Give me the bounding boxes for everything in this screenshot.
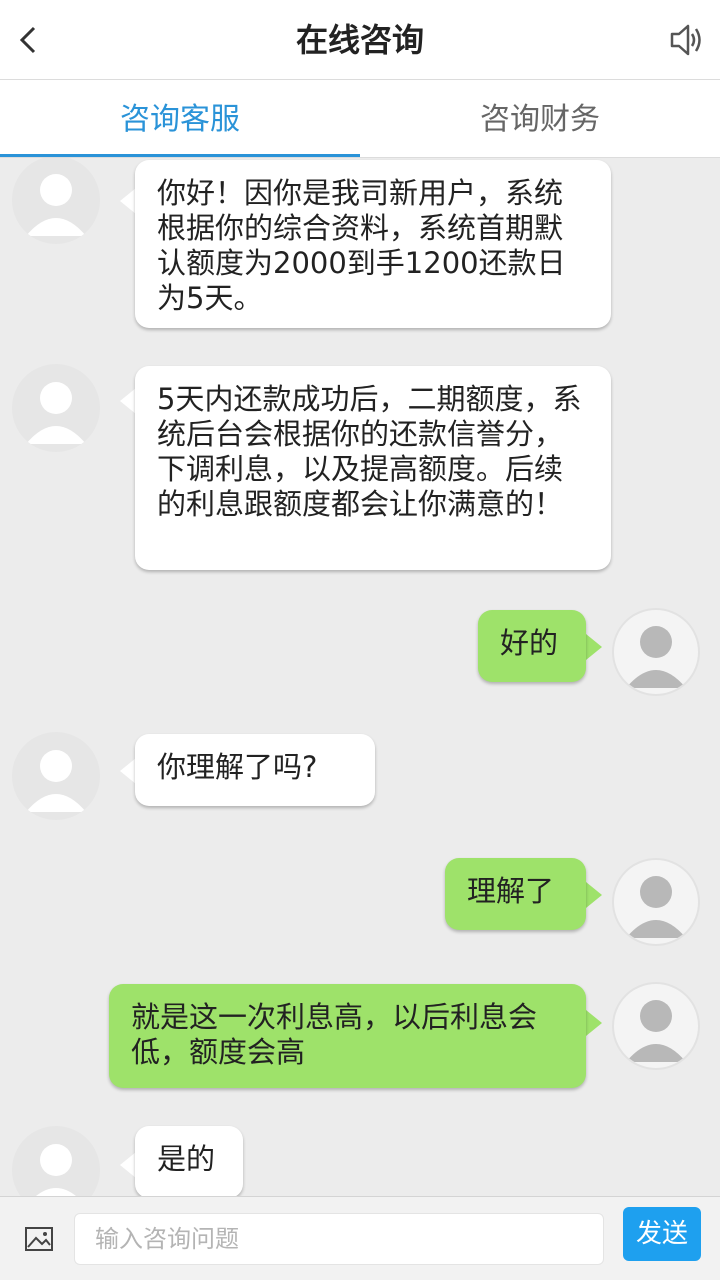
image-icon[interactable] <box>24 1225 54 1253</box>
message-text: 就是这一次利息高，以后利息会低，额度会高 <box>131 1000 538 1069</box>
top-bar: 在线咨询 <box>0 0 720 80</box>
message-text: 好的 <box>500 626 559 660</box>
question-input[interactable] <box>74 1213 604 1265</box>
message-text: 是的 <box>157 1142 216 1176</box>
send-button[interactable]: 发送 <box>623 1207 701 1261</box>
avatar <box>12 364 100 452</box>
tab-customer-service[interactable]: 咨询客服 <box>0 80 360 158</box>
message-bubble: 是的 <box>135 1126 243 1196</box>
avatar <box>12 1126 100 1196</box>
avatar <box>12 732 100 820</box>
page-title: 在线咨询 <box>295 21 424 59</box>
chat-area[interactable]: 你好！因你是我司新用户，系统根据你的综合资料，系统首期默认额度为2000到手12… <box>0 158 720 1196</box>
message-text: 理解了 <box>467 874 555 908</box>
message-text: 5天内还款成功后，二期额度，系统后台会根据你的还款信誉分，下调利息，以及提高额度… <box>157 382 582 521</box>
message-bubble: 就是这一次利息高，以后利息会低，额度会高 <box>109 984 586 1088</box>
message-text: 你理解了吗? <box>157 750 318 784</box>
active-tab-indicator <box>0 154 360 157</box>
avatar <box>12 158 100 244</box>
message-bubble: 理解了 <box>445 858 586 930</box>
message-bubble: 好的 <box>478 610 586 682</box>
tab-bar: 咨询客服 咨询财务 <box>0 80 720 158</box>
avatar <box>612 608 700 696</box>
speaker-icon[interactable] <box>666 20 706 60</box>
message-text: 你好！因你是我司新用户，系统根据你的综合资料，系统首期默认额度为2000到手12… <box>157 176 566 315</box>
message-bubble: 你理解了吗? <box>135 734 375 806</box>
message-bubble: 你好！因你是我司新用户，系统根据你的综合资料，系统首期默认额度为2000到手12… <box>135 160 611 328</box>
message-bubble: 5天内还款成功后，二期额度，系统后台会根据你的还款信誉分，下调利息，以及提高额度… <box>135 366 611 570</box>
avatar <box>612 858 700 946</box>
avatar <box>612 982 700 1070</box>
tab-finance[interactable]: 咨询财务 <box>360 80 720 158</box>
input-bar: 发送 <box>0 1196 720 1280</box>
